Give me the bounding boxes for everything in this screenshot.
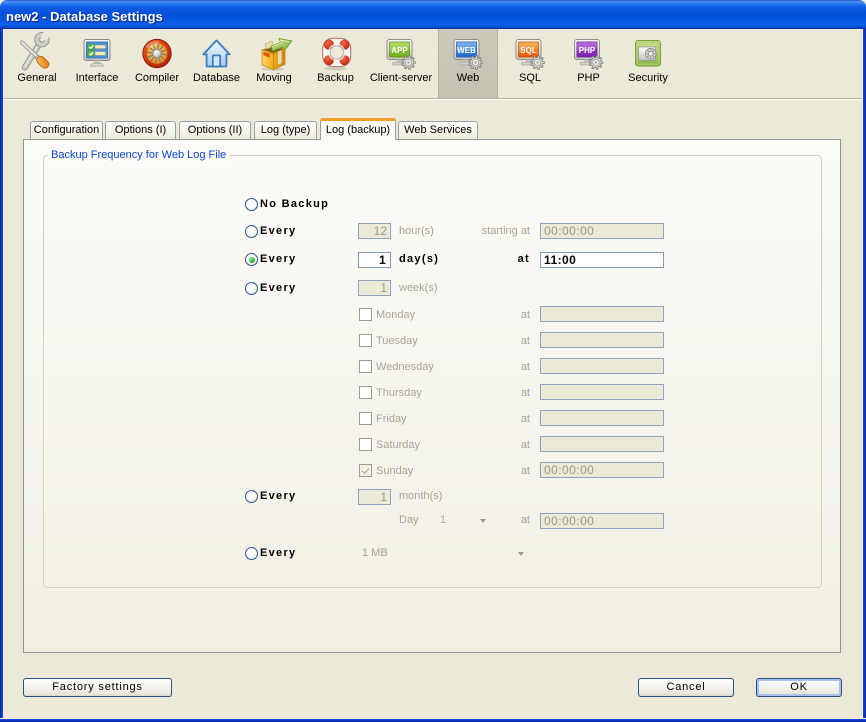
- svg-text:SQL: SQL: [520, 46, 537, 55]
- svg-text:WEB: WEB: [457, 46, 476, 55]
- svg-text:APP: APP: [391, 46, 408, 55]
- svg-text:PHP: PHP: [579, 46, 596, 55]
